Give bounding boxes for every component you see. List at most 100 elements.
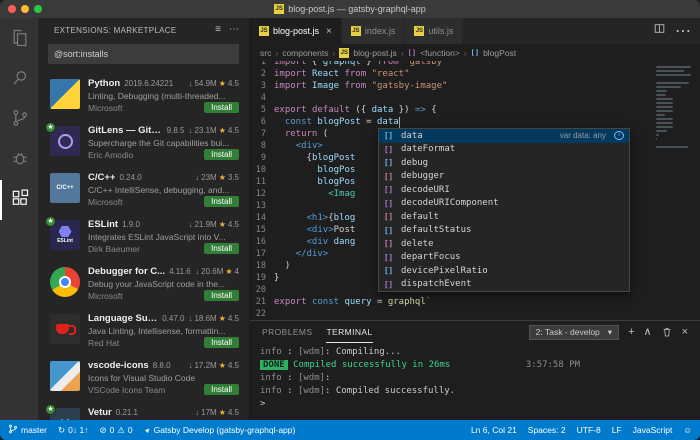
gatsby-task-indicator[interactable]: ▲ Gatsby Develop (gatsby-graphql-app) [142, 425, 295, 435]
activity-explorer[interactable] [0, 20, 38, 60]
minimap[interactable] [653, 64, 695, 154]
extension-publisher: Microsoft [88, 196, 123, 207]
function-symbol-icon: [] [407, 48, 417, 57]
line-number: 3 [260, 81, 266, 91]
extension-list-item[interactable]: ★ESLint1.9.0↓21.9M★4.5Integrates ESLint … [38, 213, 249, 260]
code-line: 6 const blogPost = data [250, 116, 700, 128]
rating-star-icon: ★ [218, 314, 226, 323]
install-button[interactable]: Install [204, 149, 239, 160]
extension-list-item[interactable]: Debugger for C... 4.11.6 ↓ 20.6M ★ 4 Debug you… [38, 260, 249, 307]
recommended-star-icon: ★ [45, 216, 56, 227]
install-button[interactable]: Install [204, 337, 239, 348]
terminal-selector-label: 2: Task - develop [535, 327, 600, 337]
download-icon: ↓ [195, 267, 200, 276]
sync-indicator[interactable]: ↻ 0↓ 1↑ [58, 425, 88, 436]
minimize-window-button[interactable] [21, 5, 29, 13]
extension-list-item[interactable]: vscode-icons 8.8.0 ↓ 17.2M ★ 4.5 Icons for Vis… [38, 354, 249, 401]
code-line: 2 import React from "react" [250, 68, 700, 80]
install-button[interactable]: Install [204, 384, 239, 395]
close-tab-icon[interactable]: × [326, 26, 332, 37]
rating-value: 4.5 [227, 361, 239, 370]
zoom-window-button[interactable] [34, 5, 42, 13]
tab-index-js[interactable]: JS index.js [341, 18, 406, 44]
download-icon: ↓ [188, 79, 193, 88]
git-branch-indicator[interactable]: master [8, 424, 47, 436]
javascript-file-icon: JS [259, 26, 269, 36]
feedback-smiley-icon[interactable]: ☺ [683, 425, 692, 435]
install-button[interactable]: Install [204, 290, 239, 301]
vsicons-extension-icon [50, 361, 80, 391]
eol-indicator[interactable]: LF [612, 425, 622, 435]
terminal-selector[interactable]: 2: Task - develop ▾ [528, 324, 620, 340]
terminal-output[interactable]: info : [wdm]: Compiling... DONE Compiled … [250, 343, 700, 420]
extension-list-item[interactable]: C/C++0.24.0 ↓23M★3.5 C/C++ IntelliSense, d… [38, 166, 249, 213]
rocket-icon: ▲ [142, 425, 153, 435]
maximize-panel-button[interactable]: ∧ [644, 326, 652, 338]
chrome-icon-center [59, 276, 71, 288]
suggestion-item[interactable]: [] dateFormat [379, 143, 629, 157]
activity-search[interactable] [0, 60, 38, 100]
close-panel-button[interactable]: × [682, 326, 688, 338]
close-window-button[interactable] [8, 5, 16, 13]
function-symbol-icon: [] [384, 198, 394, 208]
rating-star-icon: ★ [218, 173, 226, 182]
suggestion-item[interactable]: [] decodeURIComponent [379, 197, 629, 211]
indentation-indicator[interactable]: Spaces: 2 [528, 425, 566, 435]
suggestion-item[interactable]: [] decodeURI [379, 183, 629, 197]
function-symbol-icon: [] [384, 185, 394, 195]
new-terminal-button[interactable]: + [628, 326, 634, 338]
extension-publisher: Eric Amodio [88, 149, 134, 160]
extensions-search-input[interactable] [48, 44, 239, 64]
install-button[interactable]: Install [204, 196, 239, 207]
extension-list-item[interactable]: ★Vetur0.21.1↓17M★4.5Vue tooling for VS C… [38, 401, 249, 420]
breadcrumb-item-function[interactable]: <function> [420, 48, 460, 58]
extension-publisher: Microsoft [88, 290, 123, 301]
breadcrumb-item-file[interactable]: blog-post.js [353, 48, 396, 58]
install-button[interactable]: Install [204, 243, 239, 254]
suggestion-item[interactable]: [] defaultStatus [379, 224, 629, 238]
rating-star-icon: ★ [225, 267, 233, 276]
suggestion-item[interactable]: [] departFocus [379, 251, 629, 265]
tab-blog-post-js[interactable]: JS blog-post.js × [250, 18, 342, 44]
warning-icon: ⚠ [117, 424, 125, 435]
more-actions-icon[interactable]: ⋯ [229, 25, 239, 35]
panel-tab-terminal[interactable]: TERMINAL [326, 321, 373, 343]
code-editor[interactable]: 1 import { graphql } from 'gatsby' 2 import… [250, 61, 700, 320]
suggestion-item[interactable]: [] delete [379, 237, 629, 251]
more-actions-icon[interactable]: ⋯ [675, 21, 691, 41]
problems-indicator[interactable]: ⊘ 0 ⚠ 0 [99, 425, 132, 436]
filter-icon[interactable]: ≡ [215, 25, 221, 35]
suggestion-label: departFocus [401, 252, 461, 263]
activity-debug[interactable] [0, 140, 38, 180]
line-number: 12 [255, 189, 266, 199]
suggestion-item[interactable]: [] debug [379, 156, 629, 170]
breadcrumb-item-src[interactable]: src [260, 48, 271, 58]
extension-list-item[interactable]: ★GitLens — Git su...9.8.5↓23.1M★4.5Super… [38, 119, 249, 166]
suggestion-item[interactable]: [] debugger [379, 170, 629, 184]
suggestion-item[interactable]: [] dispatchEvent [379, 278, 629, 292]
panel-tab-problems[interactable]: PROBLEMS [262, 321, 312, 343]
cursor-position-indicator[interactable]: Ln 6, Col 21 [471, 425, 517, 435]
activity-source-control[interactable] [0, 100, 38, 140]
install-button[interactable]: Install [204, 102, 239, 113]
suggestion-item[interactable]: [] data var data: any i [379, 129, 629, 143]
activity-extensions[interactable] [0, 180, 38, 220]
encoding-indicator[interactable]: UTF-8 [577, 425, 601, 435]
suggestion-item[interactable]: [] devicePixelRatio [379, 264, 629, 278]
kill-terminal-button[interactable] [661, 326, 673, 338]
split-editor-icon[interactable] [653, 22, 666, 40]
chrome-extension-icon [50, 267, 80, 297]
extension-list-item[interactable]: Python 2019.6.24221 ↓ 54.9M ★ 4.5 Linting, Deb… [38, 72, 249, 119]
extension-list-item[interactable]: Language Sup... 0.47.0 ↓ 18.6M ★ 4.5 Java Lint… [38, 307, 249, 354]
language-indicator[interactable]: JavaScript [633, 425, 673, 435]
sync-icon: ↻ [57, 424, 66, 435]
download-count: 23.1M [194, 126, 217, 135]
extension-name: GitLens — Git su... [88, 125, 163, 136]
tab-utils-js[interactable]: JS utils.js [405, 18, 464, 44]
breadcrumb-item-components[interactable]: components [282, 48, 328, 58]
suggestion-item[interactable]: [] default [379, 210, 629, 224]
tab-label: utils.js [428, 26, 454, 36]
breadcrumb-separator: › [332, 47, 336, 58]
breadcrumb-item-blogpost[interactable]: blogPost [483, 48, 516, 58]
vetur-extension-icon: ★ [45, 404, 80, 420]
